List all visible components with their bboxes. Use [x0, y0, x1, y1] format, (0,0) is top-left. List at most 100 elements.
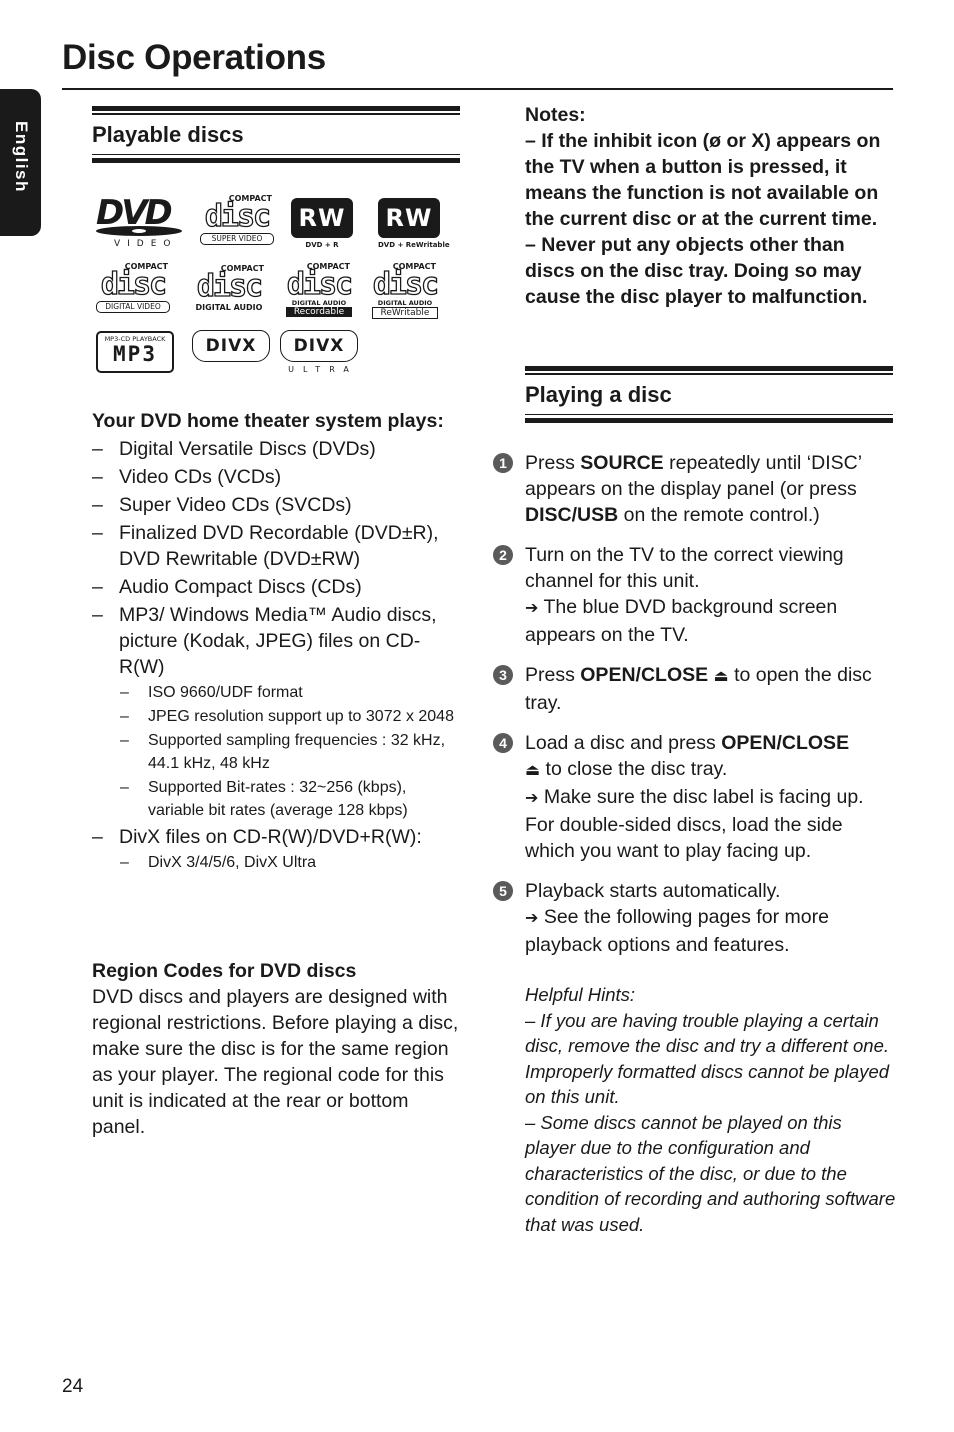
disc-type-item: – MP3/ Windows Media™ Audio discs, pictur…	[92, 602, 460, 822]
section-heading: Playing a disc	[525, 381, 672, 407]
dash-bullet: –	[120, 779, 129, 796]
step-text: on the remote control.)	[618, 504, 820, 526]
logo-subtext: DVD + ReWritable	[378, 241, 450, 249]
disc-subitem: – Supported Bit-rates : 32~256 (kbps), va…	[92, 776, 460, 822]
disc-subitem-list: – DivX 3/4/5/6, DivX Ultra	[119, 851, 460, 874]
button-name: OPEN/CLOSE	[580, 664, 709, 686]
disc-shape	[96, 226, 182, 236]
logo-text: disc	[196, 269, 264, 304]
disc-subitem: – Supported sampling frequencies : 32 kHz…	[92, 729, 460, 775]
note-item: – If the inhibit icon (ø or X) appears o…	[525, 130, 881, 230]
rule	[92, 106, 460, 111]
dash-bullet: –	[92, 826, 103, 848]
button-name: SOURCE	[580, 452, 664, 474]
step-number-icon: 4	[493, 733, 513, 753]
dash-bullet: –	[92, 494, 103, 516]
dvd-plus-r-logo: RW DVD + R	[291, 198, 353, 249]
dash-bullet: –	[92, 522, 103, 544]
disc-type-text: Audio Compact Discs (CDs)	[119, 576, 362, 598]
logo-subtext: Recordable	[286, 307, 352, 317]
cd-rewritable-logo: COMPACT disc DIGITAL AUDIO ReWritable	[372, 262, 440, 319]
step-text: Load a disc and press	[525, 732, 722, 754]
logo-text: DIVX	[192, 330, 270, 362]
dash-bullet: –	[92, 604, 103, 626]
rule	[92, 153, 460, 155]
dvd-video-logo: DVD VIDEO	[96, 196, 182, 249]
disc-subitem: – ISO 9660/UDF format	[92, 681, 460, 704]
arrow-icon: ➔	[525, 600, 539, 617]
disc-type-text: Digital Versatile Discs (DVDs)	[119, 438, 376, 460]
plays-section: Your DVD home theater system plays: – Dig…	[92, 408, 460, 875]
step-number-icon: 2	[493, 545, 513, 565]
step-text: Press	[525, 664, 581, 686]
rule	[92, 158, 460, 163]
disc-logos: DVD VIDEO COMPACT disc SUPER VIDEO RW DV…	[92, 190, 460, 375]
step-number-icon: 3	[493, 665, 513, 685]
disc-subitem: – JPEG resolution support up to 3072 x 20…	[92, 705, 460, 728]
dash-bullet: –	[92, 438, 103, 460]
region-heading: Region Codes for DVD discs	[92, 960, 357, 982]
hint-item: – If you are having trouble playing a ce…	[525, 1009, 890, 1108]
section-heading: Playable discs	[92, 121, 244, 147]
super-video-cd-logo: COMPACT disc SUPER VIDEO	[200, 194, 274, 245]
step-5: 5 Playback starts automatically. ➔ See t…	[493, 878, 893, 958]
dash-bullet: –	[120, 854, 129, 871]
helpful-hints: Helpful Hints: – If you are having troub…	[525, 982, 897, 1237]
dash-bullet: –	[120, 732, 129, 749]
logo-text: disc	[204, 199, 272, 234]
step-number-icon: 1	[493, 453, 513, 473]
disc-type-text: Video CDs (VCDs)	[119, 466, 282, 488]
divx-ultra-logo: DIVX ULTRA	[280, 330, 358, 374]
disc-subitem-list: – ISO 9660/UDF format – JPEG resolution sup…	[119, 681, 460, 822]
step-result: The blue DVD background screen appears o…	[525, 596, 838, 646]
divx-logo: DIVX	[192, 330, 270, 362]
title-rule	[62, 88, 893, 90]
logo-subtext: VIDEO	[114, 239, 178, 249]
step-2: 2 Turn on the TV to the correct viewing …	[493, 542, 893, 648]
logo-text: RW	[378, 198, 440, 238]
logo-subtext: DIGITAL AUDIO	[195, 303, 263, 312]
logo-subtext: DIGITAL AUDIO	[291, 299, 347, 307]
dash-bullet: –	[92, 576, 103, 598]
disc-type-item: – Video CDs (VCDs)	[92, 464, 460, 490]
region-text: DVD discs and players are designed with …	[92, 986, 459, 1138]
logo-subtext: DVD + R	[305, 241, 339, 249]
cd-digital-audio-logo: COMPACT disc DIGITAL AUDIO	[192, 264, 266, 313]
eject-icon: ⏏	[713, 668, 729, 685]
logo-subtext: ReWritable	[372, 307, 438, 319]
step-text: to close the disc tray.	[540, 758, 728, 780]
language-tab: English	[0, 89, 41, 236]
hint-item: – Some discs cannot be played on this pl…	[525, 1111, 896, 1235]
disc-subitem-text: ISO 9660/UDF format	[148, 684, 303, 701]
page-number: 24	[62, 1376, 84, 1397]
disc-type-text: Super Video CDs (SVCDs)	[119, 494, 352, 516]
disc-subitem: – DivX 3/4/5/6, DivX Ultra	[92, 851, 460, 874]
logo-subtext: DIGITAL AUDIO	[377, 299, 433, 307]
button-name: DISC/USB	[525, 504, 619, 526]
step-1: 1 Press SOURCE repeatedly until ‘DISC’ a…	[493, 450, 893, 528]
logo-text: DIVX	[280, 330, 358, 362]
cd-recordable-logo: COMPACT disc DIGITAL AUDIO Recordable	[286, 262, 354, 317]
step-number-icon: 5	[493, 881, 513, 901]
dash-bullet: –	[120, 684, 129, 701]
region-section: Region Codes for DVD discs DVD discs and…	[92, 958, 464, 1140]
plays-heading: Your DVD home theater system plays:	[92, 410, 444, 432]
language-tab-label: English	[12, 121, 31, 193]
step-text: Press	[525, 452, 581, 474]
hints-heading: Helpful Hints:	[525, 984, 636, 1005]
rule	[525, 418, 893, 423]
mp3-cd-logo: MP3-CD PLAYBACK MP3	[96, 331, 174, 373]
playable-disc-list: – Digital Versatile Discs (DVDs) – Video CD…	[92, 436, 460, 874]
notes-heading: Notes:	[525, 104, 586, 126]
logo-subtext: DIGITAL VIDEO	[96, 301, 170, 313]
step-text: Turn on the TV to the correct viewing ch…	[525, 544, 844, 592]
step-3: 3 Press OPEN/CLOSE ⏏ to open the disc tr…	[493, 662, 893, 716]
dash-bullet: –	[120, 708, 129, 725]
eject-icon: ⏏	[525, 762, 541, 779]
disc-subitem-text: Supported Bit-rates : 32~256 (kbps), var…	[148, 779, 408, 819]
logo-text: RW	[291, 198, 353, 238]
note-item: – Never put any objects other than discs…	[525, 234, 868, 308]
playing-disc-header: Playing a disc	[525, 366, 893, 423]
logo-text: disc	[372, 267, 440, 302]
logo-subtext: SUPER VIDEO	[200, 233, 274, 245]
